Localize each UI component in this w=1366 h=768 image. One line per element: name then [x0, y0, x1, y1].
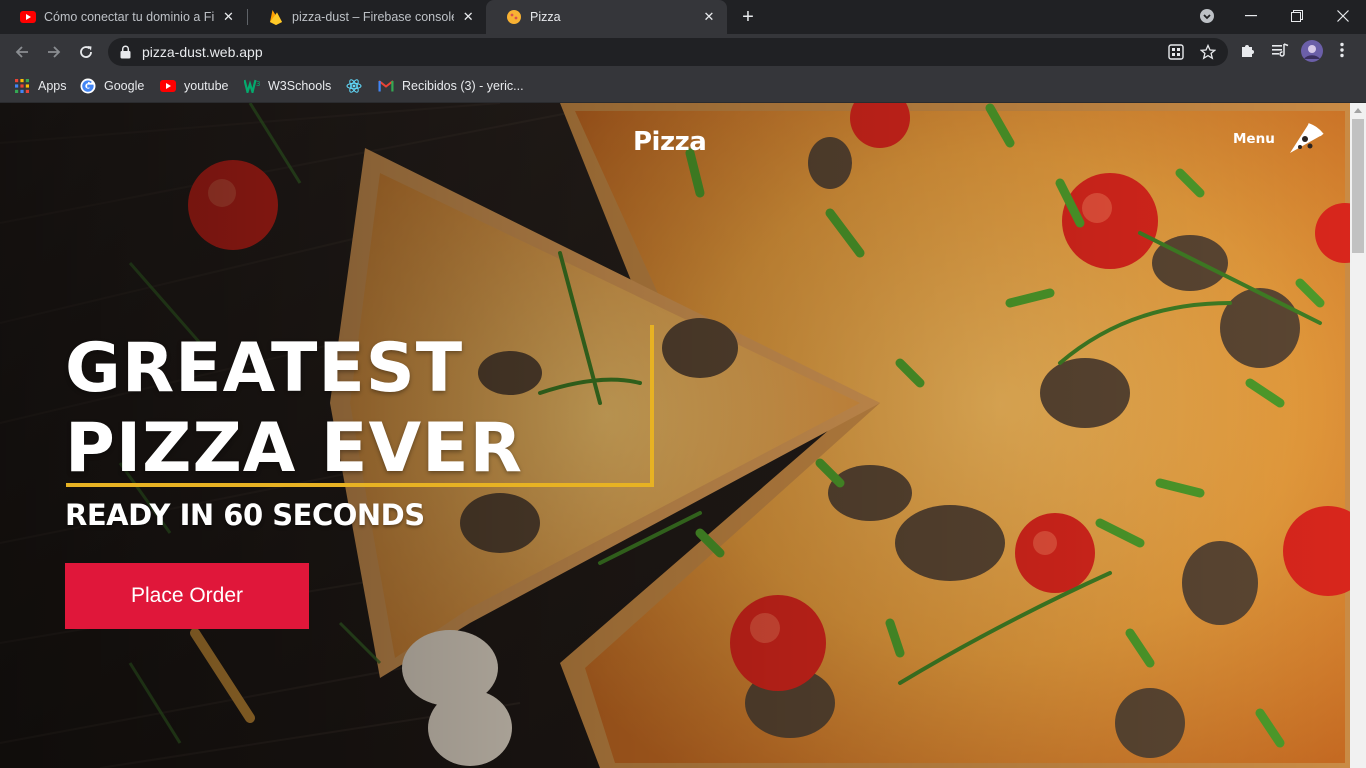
extensions-icon[interactable]: [1240, 42, 1256, 63]
media-control-icon[interactable]: [1271, 42, 1289, 63]
apps-grid-icon: [14, 78, 30, 94]
brand-logo[interactable]: Pizza: [633, 127, 707, 157]
youtube-icon: [160, 78, 176, 94]
youtube-icon: [20, 9, 36, 25]
tab-youtube-firebase-domain[interactable]: Cómo conectar tu dominio a Fire ✕: [0, 0, 246, 34]
new-tab-button[interactable]: +: [736, 6, 760, 28]
minimize-icon[interactable]: [1228, 0, 1274, 32]
menu-link[interactable]: Menu: [1233, 131, 1275, 147]
w3schools-icon: 3: [244, 78, 260, 94]
bookmark-label: Apps: [38, 79, 67, 93]
gmail-icon: [378, 78, 394, 94]
tab-firebase-console[interactable]: pizza-dust – Firebase console ✕: [248, 0, 486, 34]
restore-icon[interactable]: [1274, 0, 1320, 32]
tab-strip: Cómo conectar tu dominio a Fire ✕ pizza-…: [0, 0, 1366, 34]
tab-title: Pizza: [530, 10, 561, 24]
bookmark-label: Recibidos (3) - yeric...: [402, 79, 524, 93]
back-icon[interactable]: [8, 38, 36, 66]
scroll-up-arrow-icon[interactable]: [1354, 108, 1362, 113]
firebase-icon: [268, 9, 284, 25]
page-viewport: Pizza Menu GREATEST PIZZA EVER READY IN …: [0, 103, 1350, 768]
bookmark-label: Google: [104, 79, 145, 93]
bookmark-google[interactable]: Google: [80, 76, 144, 96]
lock-icon: [120, 45, 131, 64]
pizza-favicon-icon: [506, 9, 522, 25]
bookmark-react[interactable]: [346, 76, 370, 96]
google-icon: [80, 78, 96, 94]
close-tab-icon[interactable]: ✕: [701, 9, 717, 25]
hero-headline: GREATEST PIZZA EVER: [65, 329, 523, 489]
page-scrollbar[interactable]: [1350, 103, 1366, 768]
address-bar[interactable]: pizza-dust.web.app: [108, 38, 1228, 66]
url-text: pizza-dust.web.app: [142, 44, 263, 60]
bookmarks-bar: Apps Google youtube 3 W3Schools Recibido…: [0, 70, 1366, 103]
bookmark-label: youtube: [184, 79, 229, 93]
close-tab-icon[interactable]: ✕: [460, 9, 476, 25]
kebab-menu-icon[interactable]: [1340, 42, 1344, 63]
tab-title: pizza-dust – Firebase console: [292, 10, 455, 24]
headline-line-2: PIZZA EVER: [65, 409, 523, 488]
scrollbar-thumb[interactable]: [1352, 119, 1364, 253]
pizza-slice-icon[interactable]: [1288, 121, 1324, 160]
bookmark-star-icon[interactable]: [1199, 43, 1217, 65]
react-icon: [346, 78, 362, 94]
close-tab-icon[interactable]: ✕: [221, 9, 236, 25]
tab-pizza[interactable]: Pizza ✕: [486, 0, 727, 34]
bookmark-label: W3Schools: [268, 79, 332, 93]
headline-line-1: GREATEST: [65, 329, 464, 408]
reload-icon[interactable]: [72, 38, 100, 66]
place-order-button[interactable]: Place Order: [65, 563, 309, 629]
profile-avatar[interactable]: [1301, 40, 1323, 67]
hero-subheadline: READY IN 60 SECONDS: [65, 498, 425, 532]
qr-code-icon[interactable]: [1168, 44, 1184, 65]
forward-icon[interactable]: [40, 38, 68, 66]
bookmark-gmail[interactable]: Recibidos (3) - yeric...: [378, 76, 524, 96]
close-window-icon[interactable]: [1320, 0, 1366, 32]
bookmark-youtube[interactable]: youtube: [160, 76, 228, 96]
browser-toolbar: pizza-dust.web.app: [0, 34, 1366, 70]
svg-text:3: 3: [256, 80, 260, 88]
tab-search-icon[interactable]: [1184, 0, 1230, 32]
tab-title: Cómo conectar tu dominio a Fire: [44, 10, 215, 24]
headline-accent-vertical: [650, 325, 654, 487]
bookmark-w3schools[interactable]: 3 W3Schools: [244, 76, 331, 96]
bookmark-apps[interactable]: Apps: [14, 76, 67, 96]
